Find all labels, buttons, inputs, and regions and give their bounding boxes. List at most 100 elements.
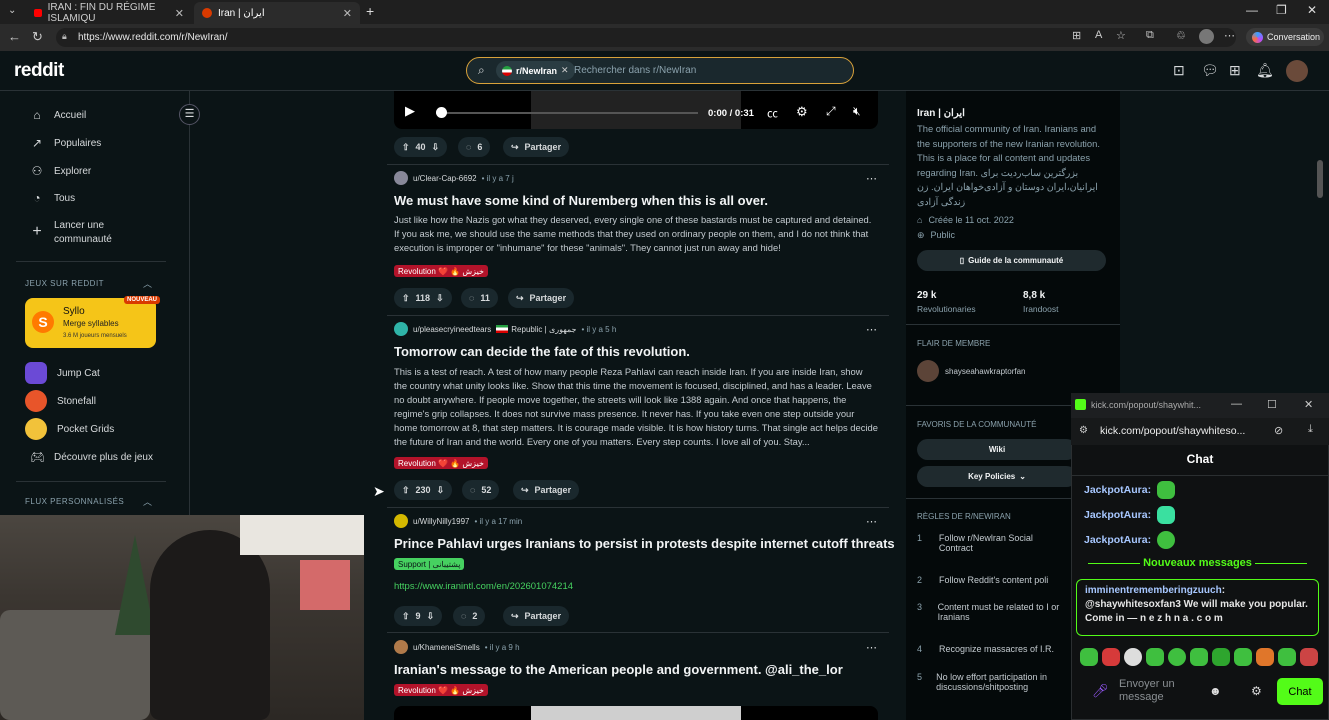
- upvote-icon[interactable]: ⇧: [402, 485, 410, 496]
- emote-icon[interactable]: [1124, 648, 1142, 666]
- post-flair[interactable]: Revolution ❤️ 🔥 خیزش: [394, 684, 488, 696]
- emote-icon[interactable]: [1080, 648, 1098, 666]
- emote-icon[interactable]: [1256, 648, 1274, 666]
- custom-feeds-section-title[interactable]: FLUX PERSONNALISÉS: [25, 497, 124, 506]
- post-flair[interactable]: Revolution ❤️ 🔥 خیزش: [394, 265, 488, 277]
- search-community-chip[interactable]: r/NewIran ✕: [496, 61, 575, 80]
- settings-gear-icon[interactable]: ⚙: [796, 104, 808, 120]
- more-menu-icon[interactable]: ⋯: [1224, 29, 1235, 42]
- close-tab-icon[interactable]: ✕: [175, 7, 184, 20]
- advertise-icon[interactable]: ⊡: [1173, 62, 1185, 79]
- chat-message-input[interactable]: Envoyer un message: [1119, 678, 1199, 704]
- chat-message[interactable]: JackpotAura:: [1084, 506, 1176, 524]
- chat-settings-gear-icon[interactable]: ⚙: [1251, 684, 1262, 698]
- emote-icon[interactable]: [1234, 648, 1252, 666]
- games-section-title[interactable]: JEUX SUR REDDIT: [25, 279, 104, 288]
- post-options-icon[interactable]: ⋯: [866, 641, 877, 654]
- upvote-icon[interactable]: ⇧: [402, 611, 410, 622]
- game-stonefall[interactable]: Stonefall: [25, 390, 96, 412]
- emote-icon[interactable]: [1212, 648, 1230, 666]
- profile-avatar-icon[interactable]: [1199, 29, 1214, 44]
- post-body[interactable]: Just like how the Nazis got what they de…: [394, 213, 878, 255]
- emote-icon[interactable]: [1300, 648, 1318, 666]
- share-button[interactable]: ↪ Partager: [508, 288, 575, 308]
- notifications-bell-icon[interactable]: 🔔︎: [1256, 62, 1274, 79]
- comments-button[interactable]: ◌ 52: [462, 480, 500, 500]
- upvote-icon[interactable]: ⇧: [402, 142, 410, 153]
- share-button[interactable]: ↪ Partager: [503, 137, 570, 157]
- author-avatar[interactable]: [394, 322, 408, 336]
- user-avatar[interactable]: [1286, 60, 1308, 82]
- post-media-preview[interactable]: [394, 706, 878, 720]
- upvote-icon[interactable]: ⇧: [402, 293, 410, 304]
- tab-reddit[interactable]: Iran | ایران ✕: [194, 2, 360, 24]
- post-options-icon[interactable]: ⋯: [866, 323, 877, 336]
- post-body[interactable]: This is a test of reach. A test of how m…: [394, 365, 878, 449]
- window-close-icon[interactable]: ✕: [1304, 398, 1313, 411]
- downvote-icon[interactable]: ⇩: [427, 611, 435, 622]
- chip-close-icon[interactable]: ✕: [561, 65, 569, 76]
- author-name[interactable]: u/KhameneiSmells: [413, 643, 480, 652]
- favorite-star-icon[interactable]: ☆: [1116, 29, 1126, 42]
- maximize-icon[interactable]: ☐: [1267, 398, 1277, 411]
- video-progress-track[interactable]: [436, 112, 698, 114]
- post-flair[interactable]: Revolution ❤️ 🔥 خیزش: [394, 457, 488, 469]
- emote-icon[interactable]: [1190, 648, 1208, 666]
- minimize-icon[interactable]: —: [1246, 3, 1258, 17]
- chevron-up-icon[interactable]: ︿: [143, 277, 152, 290]
- discover-more-games[interactable]: 🎮︎ Découvre plus de jeux: [30, 450, 153, 464]
- emote-icon[interactable]: [1168, 648, 1186, 666]
- mute-icon[interactable]: 🔇︎: [853, 104, 861, 119]
- post-options-icon[interactable]: ⋯: [866, 515, 877, 528]
- read-aloud-icon[interactable]: A: [1095, 29, 1102, 41]
- collapse-sidebar-icon[interactable]: ☰: [179, 104, 200, 125]
- author-name[interactable]: u/Clear-Cap-6692: [413, 174, 477, 183]
- highlighted-chat-message[interactable]: imminentrememberingzuuch: @shaywhitesoxf…: [1076, 579, 1319, 636]
- vote-group[interactable]: ⇧ 118 ⇩: [394, 288, 452, 308]
- comments-button[interactable]: ◌ 2: [453, 606, 486, 626]
- rule-item[interactable]: 3 Content must be related to I or Iranian…: [917, 602, 1067, 622]
- key-policies-button[interactable]: Key Policies ⌄: [917, 466, 1077, 487]
- microphone-icon[interactable]: 🎤︎: [1092, 683, 1109, 699]
- syllo-game-card[interactable]: S Syllo Merge syllables 3.6 M joueurs me…: [25, 298, 156, 348]
- favorites-icon[interactable]: ♲: [1176, 29, 1186, 42]
- comments-button[interactable]: ◌ 6: [458, 137, 491, 157]
- site-settings-icon[interactable]: ⚙: [1079, 425, 1088, 436]
- emote-icon[interactable]: [1278, 648, 1296, 666]
- video-player[interactable]: ▶ 0:00 / 0:31 ㏄ ⚙ ⤢ 🔇︎: [394, 91, 878, 129]
- post-link[interactable]: https://www.iranintl.com/en/202601074214: [394, 581, 573, 592]
- vote-group[interactable]: ⇧ 9 ⇩: [394, 606, 443, 626]
- play-icon[interactable]: ▶: [405, 103, 415, 119]
- author-avatar[interactable]: [394, 640, 408, 654]
- post-options-icon[interactable]: ⋯: [866, 172, 877, 185]
- share-button[interactable]: ↪ Partager: [503, 606, 570, 626]
- rule-item[interactable]: 1 Follow r/Newlran Social Contract: [917, 533, 1067, 553]
- new-tab-plus-icon[interactable]: +: [366, 3, 374, 19]
- wiki-button[interactable]: Wiki: [917, 439, 1077, 460]
- author-name[interactable]: u/pleasecryineedtears: [413, 325, 491, 334]
- url-input[interactable]: https://www.reddit.com/r/NewIran/: [56, 28, 1236, 47]
- chat-icon[interactable]: 💬︎: [1201, 62, 1219, 79]
- author-name[interactable]: u/WillyNilly1997: [413, 517, 469, 526]
- reddit-logo[interactable]: reddit: [14, 60, 64, 82]
- send-chat-button[interactable]: Chat: [1277, 678, 1323, 705]
- app-available-icon[interactable]: ⊞: [1072, 29, 1081, 42]
- share-button[interactable]: ↪ Partager: [513, 480, 580, 500]
- comments-button[interactable]: ◌ 11: [461, 288, 498, 308]
- rule-item[interactable]: 2 Follow Reddit's content poli: [917, 575, 1067, 585]
- download-icon[interactable]: ⤓: [1308, 423, 1313, 436]
- post-title[interactable]: Prince Pahlavi urges Iranians to persist…: [394, 536, 895, 551]
- emoji-icon[interactable]: ☻: [1209, 684, 1222, 698]
- chat-message[interactable]: JackpotAura:: [1084, 481, 1176, 499]
- tracking-hidden-icon[interactable]: ⊘: [1274, 424, 1283, 437]
- close-tab-icon[interactable]: ✕: [343, 7, 352, 20]
- create-post-icon[interactable]: ⊞: [1229, 62, 1241, 79]
- member-flair[interactable]: shayseahawkraptorfan: [917, 360, 1026, 382]
- maximize-icon[interactable]: ❐: [1276, 3, 1287, 17]
- downvote-icon[interactable]: ⇩: [432, 142, 440, 153]
- window-close-icon[interactable]: ✕: [1307, 3, 1317, 17]
- captions-icon[interactable]: ㏄: [767, 105, 778, 121]
- game-pocket-grids[interactable]: Pocket Grids: [25, 418, 114, 440]
- tab-youtube[interactable]: IRAN : FIN DU RÉGIME ISLAMIQU ✕: [26, 2, 192, 24]
- new-messages-banner[interactable]: Nouveaux messages: [1077, 557, 1318, 569]
